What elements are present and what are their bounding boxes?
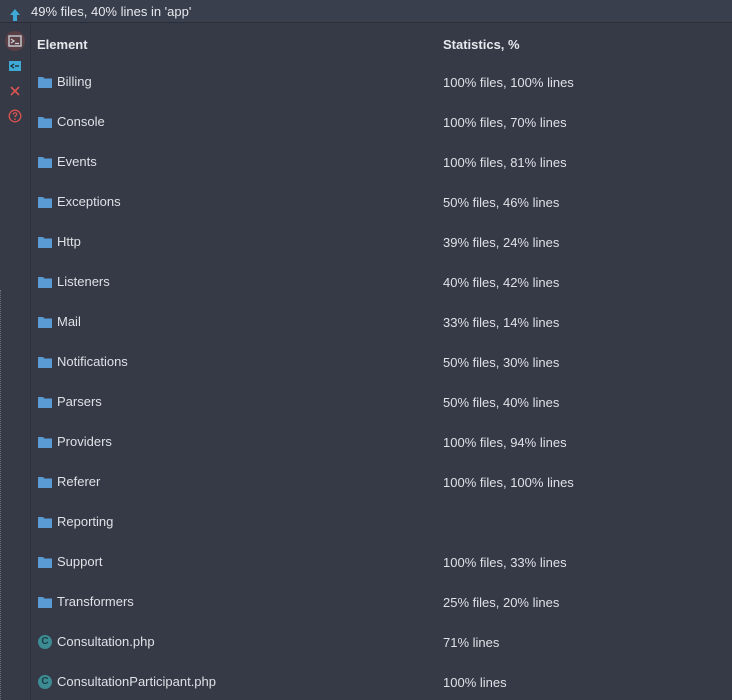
import-coverage-icon [9,61,21,71]
element-name: Http [57,234,81,249]
import-button[interactable] [5,56,25,76]
element-name: Mail [57,314,81,329]
statistics-cell: 50% files, 46% lines [443,195,560,210]
element-name: Billing [57,74,92,89]
element-cell: Notifications [38,354,128,369]
element-name: Exceptions [57,194,121,209]
table-row[interactable]: Events 100% files, 81% lines [31,142,732,182]
coverage-table: Billing 100% files, 100% lines Console 100%… [31,62,732,700]
statistics-cell: 100% files, 33% lines [443,555,567,570]
statistics-cell: 33% files, 14% lines [443,315,560,330]
element-cell: Transformers [38,594,134,609]
coverage-panel: 49% files, 40% lines in 'app' Element St… [0,0,732,700]
table-row[interactable]: C Consultation.php 71% lines [31,622,732,662]
element-cell: Exceptions [38,194,121,209]
element-cell: Http [38,234,81,249]
statistics-cell: 25% files, 20% lines [443,595,560,610]
element-name: Console [57,114,105,129]
element-cell: Console [38,114,105,129]
table-header: Element Statistics, % [31,23,732,63]
element-name: Providers [57,434,112,449]
table-row[interactable]: Reporting [31,502,732,542]
element-cell: C Consultation.php [38,634,155,649]
element-cell: Providers [38,434,112,449]
php-class-icon: C [38,634,52,649]
folder-icon [38,76,52,88]
element-cell: Billing [38,74,92,89]
folder-icon [38,596,52,608]
folder-icon [38,156,52,168]
resize-handle[interactable] [0,290,2,700]
table-row[interactable]: Parsers 50% files, 40% lines [31,382,732,422]
help-button[interactable] [5,106,25,126]
folder-icon [38,516,52,528]
statistics-cell: 100% files, 100% lines [443,475,574,490]
element-cell: C ConsultationParticipant.php [38,674,216,689]
folder-icon [38,116,52,128]
folder-icon [38,556,52,568]
table-row[interactable]: Support 100% files, 33% lines [31,542,732,582]
statistics-cell: 100% files, 100% lines [443,75,574,90]
statistics-cell: 40% files, 42% lines [443,275,560,290]
table-row[interactable]: Exceptions 50% files, 46% lines [31,182,732,222]
folder-icon [38,316,52,328]
table-row[interactable]: Http 39% files, 24% lines [31,222,732,262]
element-name: Consultation.php [57,634,155,649]
element-cell: Mail [38,314,81,329]
column-statistics[interactable]: Statistics, % [443,37,520,52]
export-button[interactable] [5,31,25,51]
table-row[interactable]: Providers 100% files, 94% lines [31,422,732,462]
statistics-cell: 100% files, 81% lines [443,155,567,170]
coverage-toolbar [0,0,30,700]
folder-icon [38,396,52,408]
table-row[interactable]: Referer 100% files, 100% lines [31,462,732,502]
statistics-cell: 50% files, 30% lines [443,355,560,370]
element-cell: Events [38,154,97,169]
element-cell: Listeners [38,274,110,289]
table-row[interactable]: Listeners 40% files, 42% lines [31,262,732,302]
element-name: Referer [57,474,101,489]
statistics-cell: 100% files, 70% lines [443,115,567,130]
statistics-cell: 71% lines [443,635,500,650]
close-icon [10,86,20,96]
element-name: ConsultationParticipant.php [57,674,216,689]
element-name: Support [57,554,103,569]
folder-icon [38,196,52,208]
statistics-cell: 50% files, 40% lines [443,395,560,410]
folder-icon [38,436,52,448]
arrow-up-icon [10,9,20,21]
element-name: Listeners [57,274,110,289]
go-up-button[interactable] [5,5,25,25]
help-icon [8,109,22,123]
table-row[interactable]: Mail 33% files, 14% lines [31,302,732,342]
column-element[interactable]: Element [37,37,88,52]
folder-icon [38,236,52,248]
statistics-cell: 39% files, 24% lines [443,235,560,250]
table-row[interactable]: Transformers 25% files, 20% lines [31,582,732,622]
close-button[interactable] [5,81,25,101]
export-coverage-icon [8,35,22,47]
php-class-icon: C [38,674,52,689]
element-name: Events [57,154,97,169]
table-row[interactable]: Notifications 50% files, 30% lines [31,342,732,382]
statistics-cell: 100% files, 94% lines [443,435,567,450]
folder-icon [38,276,52,288]
coverage-summary-bar: 49% files, 40% lines in 'app' [0,0,732,23]
folder-icon [38,476,52,488]
table-row[interactable]: Billing 100% files, 100% lines [31,62,732,102]
element-name: Notifications [57,354,128,369]
element-name: Reporting [57,514,114,529]
statistics-cell: 100% lines [443,675,507,690]
element-cell: Reporting [38,514,113,529]
element-cell: Support [38,554,103,569]
table-row[interactable]: C ConsultationParticipant.php 100% lines [31,662,732,700]
element-cell: Referer [38,474,100,489]
element-name: Transformers [57,594,134,609]
coverage-summary: 49% files, 40% lines in 'app' [31,4,192,19]
element-name: Parsers [57,394,102,409]
element-cell: Parsers [38,394,102,409]
folder-icon [38,356,52,368]
table-row[interactable]: Console 100% files, 70% lines [31,102,732,142]
